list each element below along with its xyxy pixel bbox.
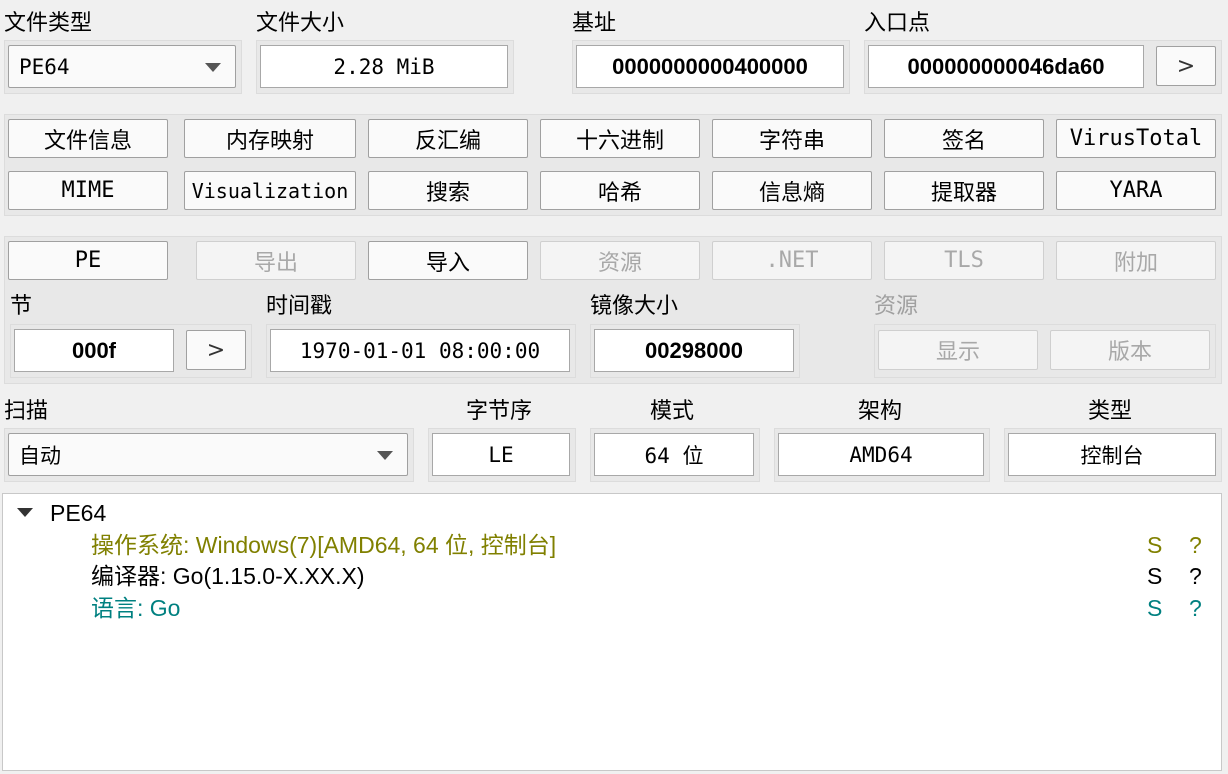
file-type-value: PE64 (19, 54, 70, 79)
file-info-button[interactable]: 文件信息 (8, 119, 168, 158)
file-size-field[interactable]: 2.28 MiB (260, 45, 508, 88)
yara-button[interactable]: YARA (1056, 171, 1216, 210)
tree-item-language[interactable]: 语言: Go (91, 593, 180, 623)
arch-field[interactable]: AMD64 (778, 433, 984, 476)
visualization-button[interactable]: Visualization (184, 171, 356, 210)
arch-label: 架构 (858, 399, 903, 424)
extractor-button[interactable]: 提取器 (884, 171, 1044, 210)
section-label: 节 (10, 294, 33, 319)
chevron-down-icon (205, 62, 221, 72)
hex-button[interactable]: 十六进制 (540, 119, 700, 158)
image-size-label: 镜像大小 (590, 294, 679, 319)
timestamp-field[interactable]: 1970-01-01 08:00:00 (270, 329, 570, 372)
chevron-right-icon: > (206, 337, 226, 363)
tree-item-compiler[interactable]: 编译器: Go(1.15.0-X.XX.X) (91, 561, 365, 591)
scan-label: 扫描 (4, 399, 49, 424)
disassembly-button[interactable]: 反汇编 (368, 119, 528, 158)
chevron-down-icon (377, 450, 393, 460)
show-resources-button[interactable]: 显示 (878, 330, 1038, 370)
entry-point-label: 入口点 (864, 11, 931, 36)
tls-button[interactable]: TLS (884, 241, 1044, 280)
image-size-field[interactable]: 00298000 (594, 329, 794, 372)
dotnet-button[interactable]: .NET (712, 241, 872, 280)
mode-field[interactable]: 64 位 (594, 433, 754, 476)
tree-item-language-info-link[interactable]: ? (1189, 593, 1202, 623)
endian-label: 字节序 (466, 399, 533, 424)
section-go-button[interactable]: > (186, 330, 246, 370)
virustotal-button[interactable]: VirusTotal (1056, 119, 1216, 158)
signatures-button[interactable]: 签名 (884, 119, 1044, 158)
imports-button[interactable]: 导入 (368, 241, 528, 280)
file-type-select[interactable]: PE64 (8, 45, 236, 88)
entry-point-go-button[interactable]: > (1156, 46, 1216, 86)
base-address-field[interactable]: 0000000000400000 (576, 45, 844, 88)
version-button[interactable]: 版本 (1050, 330, 1210, 370)
resources-label: 资源 (874, 294, 919, 319)
timestamp-label: 时间戳 (266, 294, 333, 319)
base-address-label: 基址 (572, 11, 617, 36)
results-tree[interactable]: PE64 操作系统: Windows(7)[AMD64, 64 位, 控制台] … (2, 493, 1222, 771)
tree-item-compiler-info-link[interactable]: ? (1189, 561, 1202, 591)
tree-root[interactable]: PE64 (50, 498, 106, 528)
overlay-button[interactable]: 附加 (1056, 241, 1216, 280)
strings-button[interactable]: 字符串 (712, 119, 872, 158)
tree-item-os-info-link[interactable]: ? (1189, 530, 1202, 560)
tree-item-compiler-signature-link[interactable]: S (1147, 561, 1162, 591)
entropy-button[interactable]: 信息熵 (712, 171, 872, 210)
scan-value: 自动 (19, 443, 61, 468)
pe-button[interactable]: PE (8, 241, 168, 280)
exports-button[interactable]: 导出 (196, 241, 356, 280)
collapse-arrow-icon[interactable] (17, 508, 33, 517)
hash-button[interactable]: 哈希 (540, 171, 700, 210)
search-button[interactable]: 搜索 (368, 171, 528, 210)
endian-field[interactable]: LE (432, 433, 570, 476)
tree-item-os[interactable]: 操作系统: Windows(7)[AMD64, 64 位, 控制台] (91, 530, 556, 560)
type-field[interactable]: 控制台 (1008, 433, 1216, 476)
memory-map-button[interactable]: 内存映射 (184, 119, 356, 158)
section-field[interactable]: 000f (14, 329, 174, 372)
file-size-label: 文件大小 (256, 11, 345, 36)
mode-label: 模式 (650, 399, 695, 424)
type-label: 类型 (1088, 399, 1133, 424)
file-type-label: 文件类型 (4, 11, 93, 36)
entry-point-field[interactable]: 000000000046da60 (868, 45, 1144, 88)
chevron-right-icon: > (1176, 53, 1196, 79)
mime-button[interactable]: MIME (8, 171, 168, 210)
tree-item-os-signature-link[interactable]: S (1147, 530, 1162, 560)
scan-select[interactable]: 自动 (8, 433, 408, 476)
tree-item-language-signature-link[interactable]: S (1147, 593, 1162, 623)
resources-button[interactable]: 资源 (540, 241, 700, 280)
